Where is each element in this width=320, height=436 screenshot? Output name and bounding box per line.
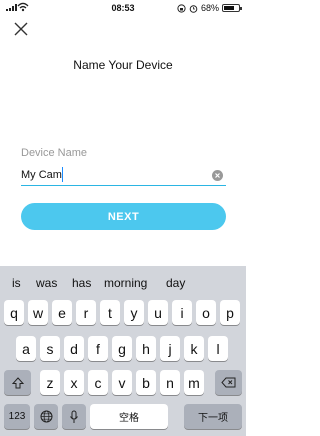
key-d[interactable]: d <box>64 336 84 361</box>
key-p[interactable]: p <box>220 300 240 325</box>
shift-icon <box>11 376 24 388</box>
suggestion-item[interactable]: has <box>72 276 91 290</box>
key-a[interactable]: a <box>16 336 36 361</box>
key-v[interactable]: v <box>112 370 132 395</box>
microphone-key[interactable] <box>62 404 86 429</box>
backspace-key[interactable] <box>215 370 242 395</box>
key-y[interactable]: y <box>124 300 144 325</box>
key-m[interactable]: m <box>184 370 204 395</box>
key-u[interactable]: u <box>148 300 168 325</box>
space-key[interactable]: 空格 <box>90 404 168 429</box>
alarm-icon <box>189 4 198 13</box>
page-title: Name Your Device <box>73 58 173 72</box>
close-icon <box>14 22 28 36</box>
device-name-input[interactable] <box>21 166 207 184</box>
key-l[interactable]: l <box>208 336 228 361</box>
key-s[interactable]: s <box>40 336 60 361</box>
suggestion-item[interactable]: morning <box>104 276 147 290</box>
backspace-icon <box>221 377 236 388</box>
key-e[interactable]: e <box>52 300 72 325</box>
key-c[interactable]: c <box>88 370 108 395</box>
key-k[interactable]: k <box>184 336 204 361</box>
clear-button[interactable] <box>212 170 223 181</box>
clear-icon <box>215 173 220 178</box>
numbers-key[interactable]: 123 <box>4 404 30 429</box>
suggestion-item[interactable]: is <box>12 276 21 290</box>
suggestion-item[interactable]: was <box>36 276 57 290</box>
suggestion-item[interactable]: day <box>166 276 185 290</box>
key-r[interactable]: r <box>76 300 96 325</box>
status-bar: 08:53 68% <box>0 0 246 16</box>
next-button[interactable]: NEXT <box>21 203 226 230</box>
battery-icon <box>222 4 242 12</box>
key-n[interactable]: n <box>160 370 180 395</box>
battery-percent: 68% <box>200 3 219 13</box>
device-name-label: Device Name <box>21 147 88 159</box>
input-underline <box>21 185 226 186</box>
key-q[interactable]: q <box>4 300 24 325</box>
next-line-key[interactable]: 下一项 <box>184 404 242 429</box>
text-caret <box>62 167 63 182</box>
key-w[interactable]: w <box>28 300 48 325</box>
key-b[interactable]: b <box>136 370 156 395</box>
shift-key[interactable] <box>4 370 31 395</box>
globe-icon <box>40 410 52 423</box>
globe-key[interactable] <box>34 404 58 429</box>
microphone-icon <box>70 410 78 423</box>
keyboard: is was has morning day q w e r t y u i o… <box>0 266 246 436</box>
key-h[interactable]: h <box>136 336 156 361</box>
suggestion-bar: is was has morning day <box>0 266 246 296</box>
close-button[interactable] <box>13 21 29 37</box>
key-f[interactable]: f <box>88 336 108 361</box>
key-x[interactable]: x <box>64 370 84 395</box>
key-i[interactable]: i <box>172 300 192 325</box>
key-o[interactable]: o <box>196 300 216 325</box>
status-right: 68% <box>177 3 242 13</box>
key-j[interactable]: j <box>160 336 180 361</box>
lock-rotation-icon <box>177 3 186 13</box>
key-g[interactable]: g <box>112 336 132 361</box>
key-t[interactable]: t <box>100 300 120 325</box>
key-z[interactable]: z <box>40 370 60 395</box>
